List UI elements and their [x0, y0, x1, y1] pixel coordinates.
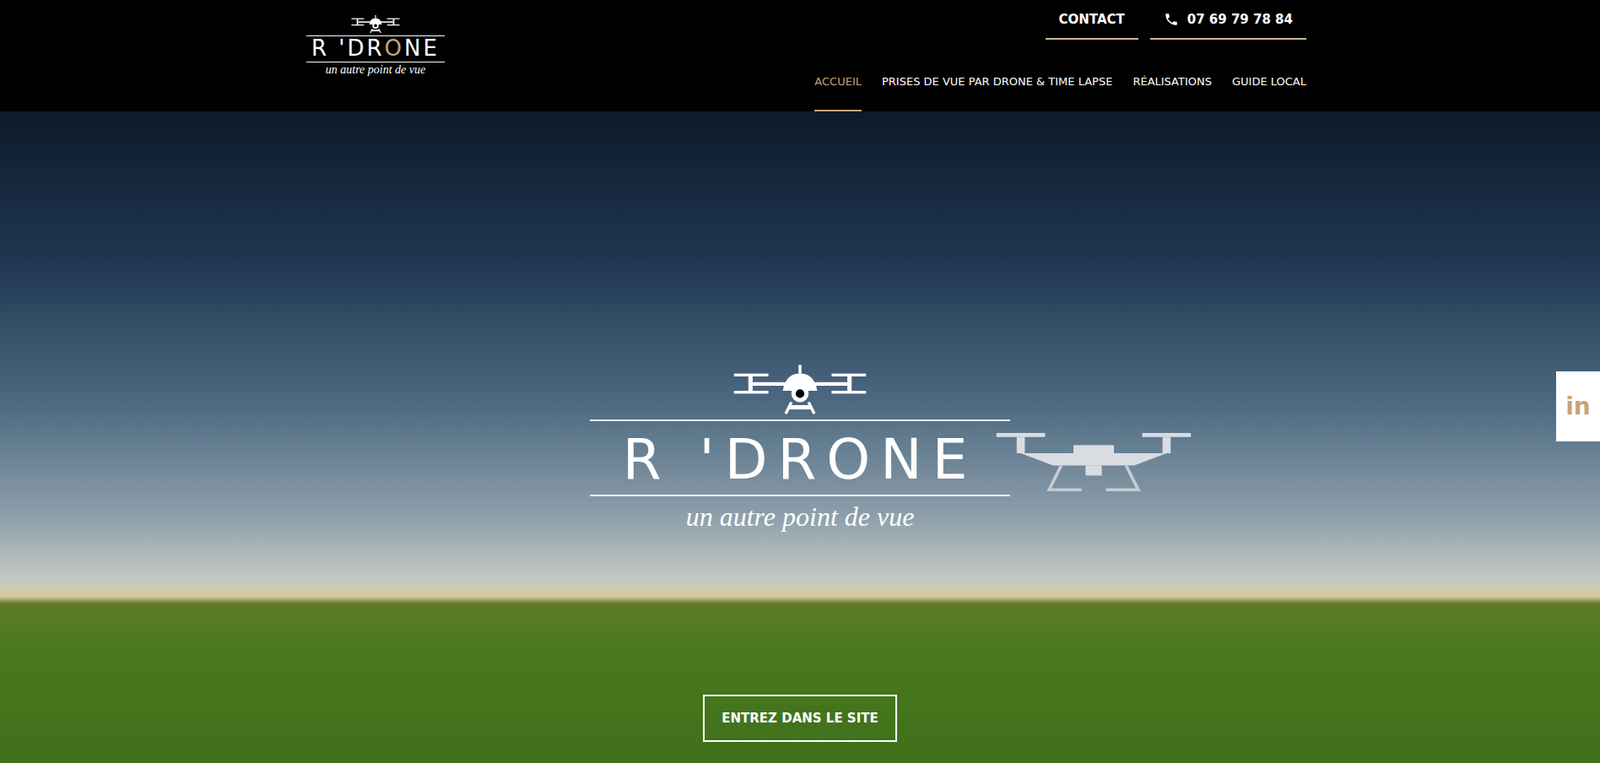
nav-item[interactable]: PRISES DE VUE PAR DRONE & TIME LAPSE [881, 54, 1113, 112]
header-right: CONTACT 07 69 79 78 84 ACCUEIL PRISES DE VU… [814, 0, 1307, 112]
drone-logo-icon [728, 362, 872, 420]
phone-number: 07 69 79 78 84 [1187, 11, 1293, 28]
logo[interactable]: R 'DRONEun autre point de vue [293, 0, 458, 112]
logo-segment: O [384, 35, 405, 61]
header-inner: R 'DRONEun autre point de vueCONTACT07 6… [293, 0, 1307, 112]
logo-title: R 'DRONE [306, 35, 445, 63]
photo-drone-icon [992, 389, 1195, 517]
drone-logo-icon [349, 13, 402, 36]
hero: R 'DRONE un autre point de vue ENTREZ DANS… [0, 111, 1600, 763]
nav-item[interactable]: RÉALISATIONS [1132, 54, 1212, 112]
hero-logo: R 'DRONE un autre point de vue [589, 362, 1011, 533]
logo-segment: R 'DR [311, 35, 385, 61]
main-nav: ACCUEIL PRISES DE VUE PAR DRONE & TIME LA… [814, 54, 1307, 112]
phone-icon [1163, 11, 1179, 28]
phone-link[interactable]: 07 69 79 78 84 [1150, 0, 1307, 40]
header: R 'DRONEun autre point de vueCONTACT07 6… [0, 0, 1600, 112]
logo-segment: NE [404, 35, 440, 61]
contact-link[interactable]: CONTACT [1045, 0, 1139, 40]
logo-tagline: un autre point de vue [325, 63, 426, 77]
top-links: CONTACT 07 69 79 78 84 [1045, 0, 1308, 40]
enter-site-button[interactable]: ENTREZ DANS LE SITE [702, 694, 897, 742]
linkedin-button[interactable]: in [1556, 371, 1600, 442]
nav-item[interactable]: ACCUEIL [814, 54, 862, 112]
hero-tagline: un autre point de vue [686, 501, 915, 533]
nav-item[interactable]: GUIDE LOCAL [1232, 54, 1307, 112]
hero-title: R 'DRONE [589, 419, 1011, 497]
